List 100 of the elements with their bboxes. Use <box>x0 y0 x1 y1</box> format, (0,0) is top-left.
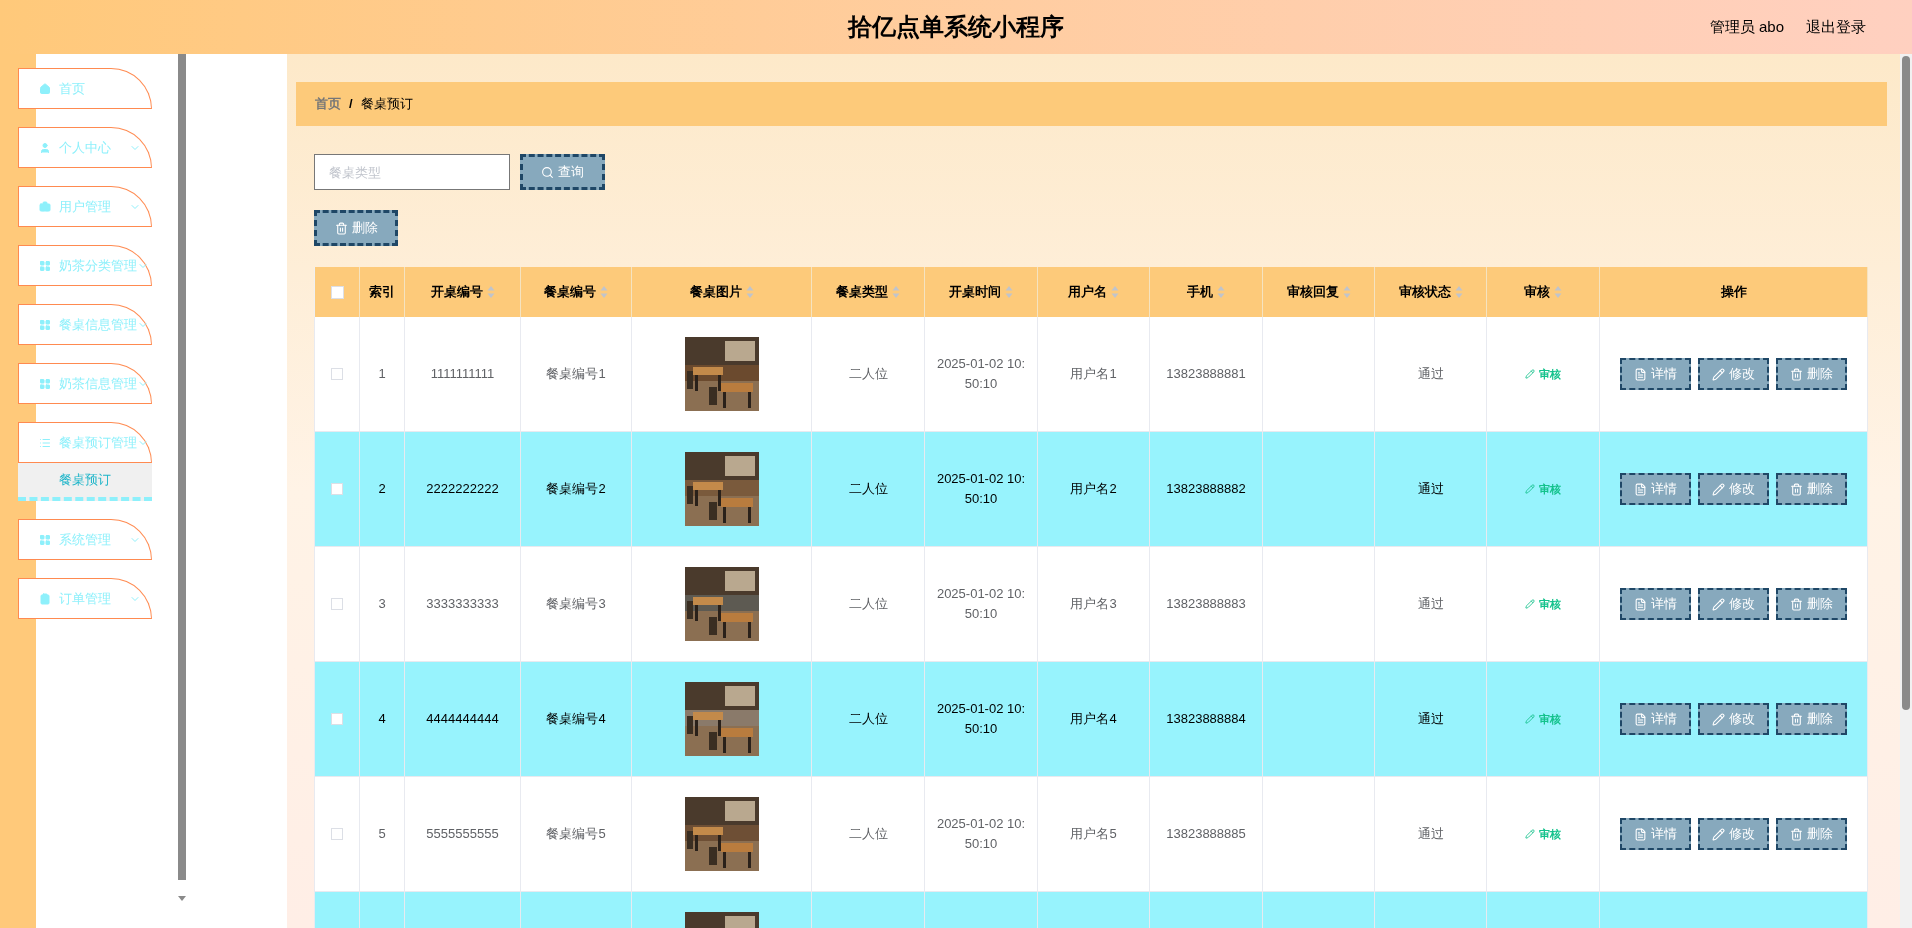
phone-number: 13823888883 <box>1166 595 1246 614</box>
breadcrumb-link[interactable]: 首页 <box>315 94 341 114</box>
action-button[interactable]: 删除 <box>1776 358 1847 390</box>
index-text: 5 <box>378 825 386 844</box>
table-type: 二人位 <box>848 365 888 384</box>
phone-number: 13823888882 <box>1166 480 1246 499</box>
review-link[interactable]: 审核 <box>1525 710 1561 728</box>
delete-button[interactable]: 删除 <box>314 210 398 246</box>
table-number: 餐桌编号1 <box>546 365 606 384</box>
open-time: 2025-01-02 10:50:10 <box>935 700 1027 738</box>
row-checkbox[interactable] <box>331 598 343 610</box>
sort-icon[interactable] <box>1342 285 1351 299</box>
phone-number: 13823888881 <box>1166 365 1246 384</box>
table-row[interactable]: 3 3333333333 餐桌编号3 二人位 2025-01-02 10:50:10 用户名3 13823888883 通过 审核 详情 修改 删除 <box>314 547 1868 662</box>
review-link[interactable]: 审核 <box>1525 480 1561 498</box>
logout-link[interactable]: 退出登录 <box>1806 15 1866 39</box>
open-number: 3333333333 <box>426 595 499 614</box>
sort-icon[interactable] <box>1111 285 1119 299</box>
action-button[interactable]: 修改 <box>1698 358 1769 390</box>
table-type: 二人位 <box>848 710 888 729</box>
open-time: 2025-01-02 10:50:10 <box>935 355 1027 393</box>
row-checkbox[interactable] <box>331 483 343 495</box>
list-icon <box>39 436 51 449</box>
document-icon <box>1634 827 1647 841</box>
action-button[interactable]: 修改 <box>1698 818 1769 850</box>
scrollbar[interactable] <box>178 54 186 880</box>
review-status: 通过 <box>1417 595 1444 614</box>
grid-icon <box>39 377 51 390</box>
open-number: 5555555555 <box>426 825 499 844</box>
table-number: 餐桌编号3 <box>546 595 606 614</box>
sort-icon[interactable] <box>1454 285 1463 299</box>
review-link[interactable]: 审核 <box>1525 595 1561 613</box>
review-status: 通过 <box>1417 825 1444 844</box>
review-status: 通过 <box>1417 480 1444 499</box>
sort-icon[interactable] <box>892 285 900 299</box>
trash-icon <box>1790 712 1803 726</box>
sort-icon[interactable] <box>486 285 495 299</box>
menu-item[interactable]: 首页 <box>18 68 152 109</box>
action-button[interactable]: 修改 <box>1698 703 1769 735</box>
trash-icon <box>1790 597 1803 611</box>
open-time: 2025-01-02 10:50:10 <box>935 585 1027 623</box>
search-field[interactable]: 餐桌类型 <box>314 154 510 190</box>
review-link[interactable]: 审核 <box>1525 825 1561 843</box>
trash-icon <box>334 221 348 235</box>
select-all-checkbox[interactable] <box>330 285 344 299</box>
action-button[interactable]: 详情 <box>1620 588 1691 620</box>
trash-icon <box>1790 482 1803 496</box>
review-link[interactable]: 审核 <box>1525 365 1561 383</box>
menu-item[interactable]: 个人中心 <box>18 127 152 168</box>
index-text: 2 <box>378 480 386 499</box>
search-button[interactable]: 查询 <box>520 154 605 190</box>
user-name: 用户名3 <box>1070 595 1117 614</box>
sort-icon[interactable] <box>1005 285 1013 299</box>
pencil-icon <box>1712 367 1725 381</box>
action-button[interactable]: 详情 <box>1620 703 1691 735</box>
user-name: 用户名2 <box>1070 480 1117 499</box>
menu-item[interactable]: 餐桌信息管理 <box>18 304 152 345</box>
table-row[interactable]: 2 2222222222 餐桌编号2 二人位 2025-01-02 10:50:10 用户名2 13823888882 通过 审核 详情 修改 删除 <box>314 432 1868 547</box>
sort-icon[interactable] <box>600 285 608 299</box>
table-row[interactable]: 1 1111111111 餐桌编号1 二人位 2025-01-02 10:50:10 用户名1 13823888881 通过 审核 详情 修改 删除 <box>314 317 1868 432</box>
submenu-item[interactable]: 餐桌预订 <box>18 463 152 501</box>
action-button[interactable]: 删除 <box>1776 473 1847 505</box>
table-row[interactable]: 4 4444444444 餐桌编号4 二人位 2025-01-02 10:50:10 用户名4 13823888884 通过 审核 详情 修改 删除 <box>314 662 1868 777</box>
menu-item[interactable]: 奶茶分类管理 <box>18 245 152 286</box>
row-checkbox[interactable] <box>331 368 343 380</box>
action-button[interactable]: 删除 <box>1776 588 1847 620</box>
menu-item[interactable]: 用户管理 <box>18 186 152 227</box>
row-checkbox[interactable] <box>331 828 343 840</box>
sort-icon[interactable] <box>1217 285 1225 299</box>
action-button[interactable]: 删除 <box>1776 703 1847 735</box>
scrollbar[interactable] <box>1902 56 1910 710</box>
menu-item[interactable]: 系统管理 <box>18 519 152 560</box>
grid-icon <box>39 533 51 546</box>
action-button[interactable]: 修改 <box>1698 588 1769 620</box>
trash-icon <box>1790 367 1803 381</box>
row-checkbox[interactable] <box>331 713 343 725</box>
action-button[interactable]: 详情 <box>1620 818 1691 850</box>
document-icon <box>1634 597 1647 611</box>
menu-item[interactable]: 订单管理 <box>18 578 152 619</box>
pencil-icon <box>1525 599 1535 609</box>
scroll-down-icon[interactable] <box>178 896 186 901</box>
sort-icon[interactable] <box>745 285 754 299</box>
table-row[interactable]: 5 5555555555 餐桌编号5 二人位 2025-01-02 10:50:10 用户名5 13823888885 通过 审核 详情 修改 删除 <box>314 777 1868 892</box>
menu-item[interactable]: 餐桌预订管理 <box>18 422 152 463</box>
search-icon <box>541 165 554 179</box>
menu-item[interactable]: 奶茶信息管理 <box>18 363 152 404</box>
pencil-icon <box>1525 714 1535 724</box>
open-time: 2025-01-02 10:50:10 <box>935 815 1027 853</box>
pencil-icon <box>1525 829 1535 839</box>
table-number: 餐桌编号5 <box>546 825 606 844</box>
action-button[interactable]: 修改 <box>1698 473 1769 505</box>
pencil-icon <box>1525 369 1535 379</box>
action-button[interactable]: 详情 <box>1620 358 1691 390</box>
phone-number: 13823888885 <box>1166 825 1246 844</box>
sort-icon[interactable] <box>1554 285 1562 299</box>
open-number: 1111111111 <box>430 365 495 384</box>
home-icon <box>39 82 51 95</box>
action-button[interactable]: 详情 <box>1620 473 1691 505</box>
open-number: 2222222222 <box>426 480 499 499</box>
action-button[interactable]: 删除 <box>1776 818 1847 850</box>
